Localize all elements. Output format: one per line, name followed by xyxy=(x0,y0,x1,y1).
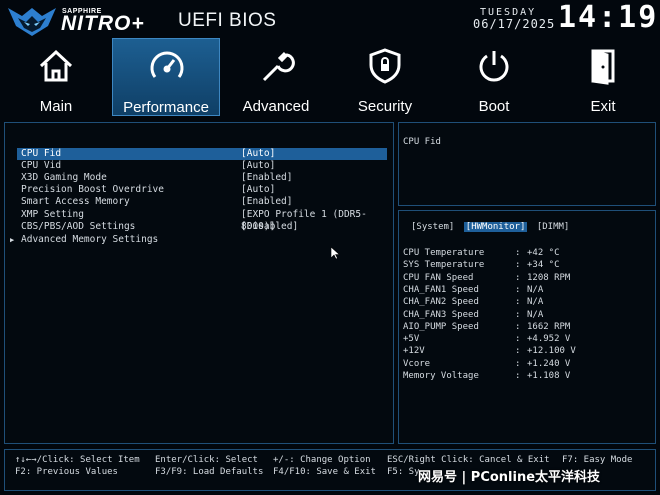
setting-label: CPU Fid xyxy=(21,148,62,159)
setting-label: XMP Setting xyxy=(21,209,84,220)
bios-title: UEFI BIOS xyxy=(178,10,277,31)
speedometer-icon xyxy=(150,51,184,78)
hw-tab-system[interactable]: [System] xyxy=(409,222,456,232)
tab-security[interactable]: Security xyxy=(331,38,439,116)
setting-label: Advanced Memory Settings xyxy=(21,234,159,245)
setting-label: Smart Access Memory xyxy=(21,196,130,207)
hw-reading-value: +1.240 V xyxy=(527,358,571,369)
home-icon xyxy=(39,49,73,82)
mouse-pointer-icon xyxy=(331,247,340,260)
setting-label: Precision Boost Overdrive xyxy=(21,184,164,195)
hw-reading-separator: : xyxy=(515,346,521,357)
tab-label: Boot xyxy=(478,98,510,115)
submenu-advanced-memory-settings[interactable]: ▶ Advanced Memory Settings xyxy=(10,234,387,246)
help-panel: CPU Fid xyxy=(398,122,656,206)
hw-reading-separator: : xyxy=(515,309,521,320)
hw-reading-separator: : xyxy=(515,334,521,345)
wrench-icon xyxy=(262,51,295,82)
hw-reading-label: CPU Temperature xyxy=(403,248,485,258)
help-cancel-exit: ESC/Right Click: Cancel & Exit xyxy=(387,455,550,465)
tab-label: Main xyxy=(39,98,73,115)
setting-value[interactable]: [Disabled] xyxy=(241,221,298,233)
hw-tabs: [System] [HWMonitor] [DIMM] xyxy=(409,222,573,232)
help-save-exit: F4/F10: Save & Exit xyxy=(273,467,376,477)
hw-reading-label: CHA_FAN3 Speed xyxy=(403,309,479,320)
hw-reading-separator: : xyxy=(515,260,521,271)
hw-reading-separator: : xyxy=(515,272,521,283)
hw-reading-label: +12V xyxy=(403,346,425,357)
hw-reading-separator: : xyxy=(515,371,521,381)
hardware-monitor-panel: [System] [HWMonitor] [DIMM] CPU Temperat… xyxy=(398,210,656,444)
hw-reading-label: +5V xyxy=(403,334,420,345)
hw-reading-value: 1662 RPM xyxy=(527,321,571,332)
setting-label: X3D Gaming Mode xyxy=(21,172,107,183)
hw-reading-label: Memory Voltage xyxy=(403,371,479,381)
setting-value[interactable]: [Enabled] xyxy=(241,196,292,208)
tab-performance[interactable]: Performance xyxy=(112,38,220,116)
hw-reading-label: CHA_FAN1 Speed xyxy=(403,284,479,295)
setting-value[interactable]: [Auto] xyxy=(241,148,275,160)
hw-tab-hwmonitor[interactable]: [HWMonitor] xyxy=(463,222,528,232)
setting-cpu-vid[interactable]: CPU Vid [Auto] xyxy=(17,160,387,172)
setting-label: CPU Vid xyxy=(21,160,62,171)
setting-value[interactable]: [Enabled] xyxy=(241,172,292,184)
tab-advanced[interactable]: Advanced xyxy=(222,38,330,116)
help-previous-values: F2: Previous Values xyxy=(15,467,118,477)
nitro-wolf-logo-icon xyxy=(8,8,56,36)
shield-lock-icon xyxy=(369,48,401,84)
exit-door-icon xyxy=(591,49,615,85)
setting-precision-boost-overdrive[interactable]: Precision Boost Overdrive [Auto] xyxy=(17,184,387,196)
clock: 14:19 xyxy=(558,0,659,35)
hw-reading-separator: : xyxy=(515,284,521,295)
setting-xmp[interactable]: XMP Setting [EXPO Profile 1 (DDR5-8000)] xyxy=(17,209,387,232)
help-text: CPU Fid xyxy=(403,137,441,147)
setting-cbs-pbs-aod[interactable]: CBS/PBS/AOD Settings [Disabled] xyxy=(17,221,387,233)
hw-reading-value: +34 °C xyxy=(527,260,560,271)
hw-reading-label: CPU FAN Speed xyxy=(403,272,474,283)
hw-reading-label: AIO_PUMP Speed xyxy=(403,321,479,332)
setting-label: CBS/PBS/AOD Settings xyxy=(21,221,136,232)
help-select-item: ↑↓←→/Click: Select Item xyxy=(15,455,140,465)
tab-label: Advanced xyxy=(242,98,310,115)
hw-reading-value: +1.108 V xyxy=(527,371,571,381)
settings-panel: CPU Fid [Auto] CPU Vid [Auto] X3D Gaming… xyxy=(4,122,394,444)
hw-reading-label: SYS Temperature xyxy=(403,260,485,271)
help-f5: F5: Sy xyxy=(387,467,420,477)
hw-reading-value: N/A xyxy=(527,309,544,320)
date: 06/17/2025 xyxy=(473,17,556,31)
hw-reading-separator: : xyxy=(515,248,521,258)
hw-reading-label: Vcore xyxy=(403,358,431,369)
setting-cpu-fid[interactable]: CPU Fid [Auto] xyxy=(17,148,387,160)
top-menu-tabs: Main Performance Advanced Security Boot … xyxy=(0,38,660,116)
hw-reading-separator: : xyxy=(515,297,521,308)
help-load-defaults: F3/F9: Load Defaults xyxy=(155,467,264,477)
tab-label: Security xyxy=(357,98,413,115)
tab-main[interactable]: Main xyxy=(2,38,110,116)
hw-reading-separator: : xyxy=(515,358,521,369)
tab-boot[interactable]: Boot xyxy=(440,38,548,116)
tab-label: Exit xyxy=(590,98,616,115)
hw-tab-dimm[interactable]: [DIMM] xyxy=(535,222,572,232)
brand-name: NITRO+ xyxy=(61,12,145,35)
submenu-arrow-icon: ▶ xyxy=(10,236,15,244)
setting-value[interactable]: [Auto] xyxy=(241,184,275,196)
help-change-option: +/-: Change Option xyxy=(273,455,371,465)
hw-reading-value: N/A xyxy=(527,297,544,308)
setting-smart-access-memory[interactable]: Smart Access Memory [Enabled] xyxy=(17,196,387,208)
watermark: 网易号 | PConline太平洋科技 xyxy=(418,470,601,485)
setting-value[interactable]: [Auto] xyxy=(241,160,275,172)
hw-reading-value: +42 °C xyxy=(527,248,560,258)
hw-reading-value: +4.952 V xyxy=(527,334,571,345)
help-easy-mode: F7: Easy Mode xyxy=(562,455,633,465)
tab-exit[interactable]: Exit xyxy=(549,38,657,116)
hw-reading-value: 1208 RPM xyxy=(527,272,571,283)
help-select: Enter/Click: Select xyxy=(155,455,258,465)
hw-reading-label: CHA_FAN2 Speed xyxy=(403,297,479,308)
hw-reading-value: N/A xyxy=(527,284,544,295)
power-icon xyxy=(479,51,509,82)
tab-label: Performance xyxy=(123,99,209,116)
setting-x3d-gaming-mode[interactable]: X3D Gaming Mode [Enabled] xyxy=(17,172,387,184)
hw-reading-value: +12.100 V xyxy=(527,346,576,357)
hw-reading-separator: : xyxy=(515,321,521,332)
